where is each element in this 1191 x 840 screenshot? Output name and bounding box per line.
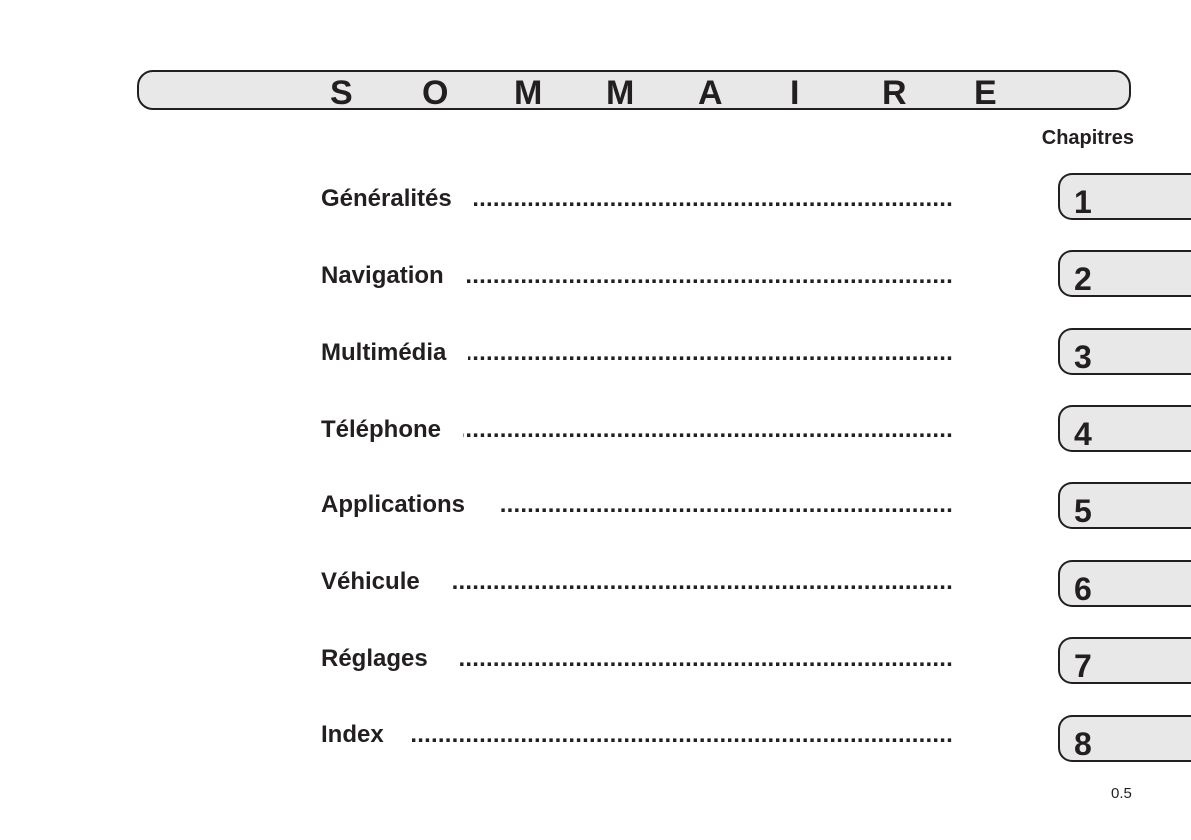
toc-entry-label[interactable]: Généralités [321, 185, 452, 213]
dot-leader: ........................................… [465, 262, 953, 289]
title-letter: M [514, 74, 543, 112]
toc-entry-label[interactable]: Index [321, 721, 384, 749]
title-letter: I [790, 74, 800, 112]
toc-entry-multimedia[interactable]: Multimédia .............................… [321, 339, 953, 369]
dot-leader: ........................................… [468, 339, 953, 366]
page-number: 0.5 [1111, 785, 1132, 802]
chapter-tab-8[interactable]: 8 [1058, 715, 1191, 762]
toc-entry-label[interactable]: Téléphone [321, 416, 441, 444]
dot-leader: ........................................… [451, 568, 953, 595]
toc-entry-navigation[interactable]: Navigation .............................… [321, 262, 953, 292]
chapter-number: 1 [1074, 184, 1092, 220]
toc-entry-applications[interactable]: Applications ...........................… [321, 491, 953, 521]
toc-entry-generalites[interactable]: Généralités ............................… [321, 185, 953, 215]
chapter-number: 7 [1074, 648, 1092, 684]
dot-leader: ........................................… [473, 185, 953, 212]
chapter-tab-5[interactable]: 5 [1058, 482, 1191, 529]
title-letter: S [330, 74, 353, 112]
toc-entry-label[interactable]: Applications [321, 491, 465, 519]
chapter-tab-3[interactable]: 3 [1058, 328, 1191, 375]
dot-leader: ........................................… [459, 645, 953, 672]
title-letter: M [606, 74, 635, 112]
page-title: S O M M A I R E [330, 73, 1066, 113]
chapter-number: 4 [1074, 416, 1092, 452]
toc-entry-label[interactable]: Véhicule [321, 568, 420, 596]
toc-entry-index[interactable]: Index ..................................… [321, 721, 953, 751]
dot-leader: ........................................… [499, 491, 953, 518]
chapter-tab-2[interactable]: 2 [1058, 250, 1191, 297]
title-letter: O [422, 74, 449, 112]
toc-entry-vehicule[interactable]: Véhicule ...............................… [321, 568, 953, 598]
title-letter: E [974, 74, 997, 112]
toc-entry-label[interactable]: Navigation [321, 262, 444, 290]
chapter-number: 3 [1074, 339, 1092, 375]
dot-leader: ........................................… [463, 416, 953, 443]
toc-entry-reglages[interactable]: Réglages ...............................… [321, 645, 953, 675]
chapter-tab-7[interactable]: 7 [1058, 637, 1191, 684]
dot-leader: ........................................… [412, 721, 953, 748]
chapters-heading: Chapitres [1041, 127, 1134, 149]
chapter-number: 2 [1074, 261, 1092, 297]
chapter-number: 5 [1074, 493, 1092, 529]
title-letter: R [882, 74, 907, 112]
chapter-tab-4[interactable]: 4 [1058, 405, 1191, 452]
toc-entry-telephone[interactable]: Téléphone ..............................… [321, 416, 953, 446]
chapter-tab-6[interactable]: 6 [1058, 560, 1191, 607]
title-letter: A [698, 74, 723, 112]
chapter-number: 6 [1074, 571, 1092, 607]
toc-entry-label[interactable]: Multimédia [321, 339, 446, 367]
chapter-number: 8 [1074, 726, 1092, 762]
toc-entry-label[interactable]: Réglages [321, 645, 428, 673]
chapter-tab-1[interactable]: 1 [1058, 173, 1191, 220]
